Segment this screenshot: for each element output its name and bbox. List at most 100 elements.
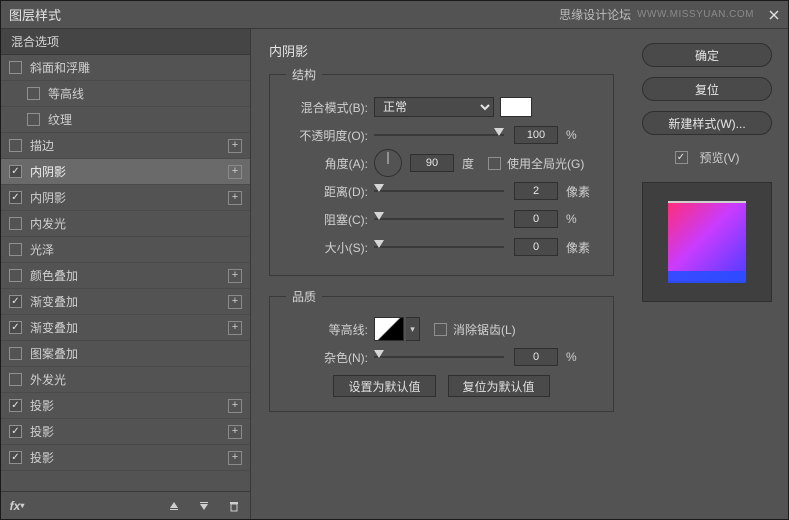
- add-effect-icon[interactable]: +: [228, 425, 242, 439]
- distance-unit: 像素: [566, 183, 590, 200]
- trash-icon[interactable]: [226, 498, 242, 514]
- new-style-button[interactable]: 新建样式(W)...: [642, 111, 772, 135]
- antialias-checkbox[interactable]: [434, 323, 447, 336]
- move-down-icon[interactable]: [196, 498, 212, 514]
- cancel-button[interactable]: 复位: [642, 77, 772, 101]
- global-light-checkbox[interactable]: [488, 157, 501, 170]
- style-item[interactable]: 图案叠加: [1, 341, 250, 367]
- style-item-label: 内阴影: [30, 163, 228, 180]
- style-item[interactable]: 外发光: [1, 367, 250, 393]
- window-title: 图层样式: [9, 5, 61, 24]
- style-checkbox[interactable]: [9, 165, 22, 178]
- blend-mode-select[interactable]: 正常: [374, 97, 494, 117]
- style-checkbox[interactable]: [9, 191, 22, 204]
- add-effect-icon[interactable]: +: [228, 165, 242, 179]
- style-checkbox[interactable]: [9, 321, 22, 334]
- choke-slider[interactable]: [374, 210, 504, 228]
- style-item-label: 内发光: [30, 215, 242, 232]
- style-item[interactable]: 光泽: [1, 237, 250, 263]
- style-item-label: 斜面和浮雕: [30, 59, 242, 76]
- brand-url: WWW.MISSYUAN.COM: [637, 9, 754, 20]
- choke-input[interactable]: [514, 210, 558, 228]
- style-item-label: 渐变叠加: [30, 319, 228, 336]
- fx-icon[interactable]: fx▾: [9, 498, 25, 514]
- structure-group: 结构 混合模式(B): 正常 不透明度(O): % 角度(A): 度: [269, 66, 614, 276]
- close-icon[interactable]: [768, 9, 780, 21]
- make-default-button[interactable]: 设置为默认值: [333, 375, 435, 397]
- style-item[interactable]: 投影+: [1, 419, 250, 445]
- style-item[interactable]: 斜面和浮雕: [1, 55, 250, 81]
- style-checkbox[interactable]: [27, 87, 40, 100]
- style-item-label: 内阴影: [30, 189, 228, 206]
- size-label: 大小(S):: [286, 239, 374, 256]
- contour-label: 等高线:: [286, 321, 374, 338]
- choke-label: 阻塞(C):: [286, 211, 374, 228]
- add-effect-icon[interactable]: +: [228, 451, 242, 465]
- quality-legend: 品质: [286, 288, 322, 305]
- style-item[interactable]: 内发光: [1, 211, 250, 237]
- opacity-input[interactable]: [514, 126, 558, 144]
- style-checkbox[interactable]: [9, 243, 22, 256]
- antialias-label: 消除锯齿(L): [453, 321, 516, 338]
- preview-checkbox[interactable]: [675, 151, 688, 164]
- move-up-icon[interactable]: [166, 498, 182, 514]
- style-checkbox[interactable]: [9, 217, 22, 230]
- titlebar: 图层样式 思缘设计论坛 WWW.MISSYUAN.COM: [1, 1, 788, 29]
- preview-label: 预览(V): [700, 149, 740, 166]
- reset-default-button[interactable]: 复位为默认值: [448, 375, 550, 397]
- style-item-label: 投影: [30, 397, 228, 414]
- opacity-slider[interactable]: [374, 126, 504, 144]
- style-checkbox[interactable]: [9, 425, 22, 438]
- add-effect-icon[interactable]: +: [228, 295, 242, 309]
- shadow-color-swatch[interactable]: [500, 97, 532, 117]
- styles-list: 斜面和浮雕等高线纹理描边+内阴影+内阴影+内发光光泽颜色叠加+渐变叠加+渐变叠加…: [1, 55, 250, 491]
- contour-dropdown-icon[interactable]: ▾: [406, 317, 420, 341]
- style-item-label: 纹理: [48, 111, 242, 128]
- add-effect-icon[interactable]: +: [228, 399, 242, 413]
- add-effect-icon[interactable]: +: [228, 269, 242, 283]
- settings-panel: 内阴影 结构 混合模式(B): 正常 不透明度(O): % 角度(A):: [251, 29, 632, 519]
- style-checkbox[interactable]: [9, 399, 22, 412]
- style-item[interactable]: 纹理: [1, 107, 250, 133]
- angle-input[interactable]: [410, 154, 454, 172]
- style-item-label: 等高线: [48, 85, 242, 102]
- add-effect-icon[interactable]: +: [228, 139, 242, 153]
- style-checkbox[interactable]: [9, 61, 22, 74]
- style-item[interactable]: 投影+: [1, 393, 250, 419]
- blending-options-header[interactable]: 混合选项: [1, 29, 250, 55]
- style-item-label: 渐变叠加: [30, 293, 228, 310]
- size-slider[interactable]: [374, 238, 504, 256]
- quality-group: 品质 等高线: ▾ 消除锯齿(L) 杂色(N): % 设置为默认值 复位为默认值: [269, 288, 614, 412]
- style-checkbox[interactable]: [9, 269, 22, 282]
- style-checkbox[interactable]: [9, 295, 22, 308]
- style-item[interactable]: 渐变叠加+: [1, 289, 250, 315]
- style-item[interactable]: 描边+: [1, 133, 250, 159]
- distance-slider[interactable]: [374, 182, 504, 200]
- contour-picker[interactable]: [374, 317, 404, 341]
- noise-slider[interactable]: [374, 348, 504, 366]
- style-item[interactable]: 内阴影+: [1, 185, 250, 211]
- style-checkbox[interactable]: [9, 347, 22, 360]
- blend-mode-label: 混合模式(B):: [286, 99, 374, 116]
- styles-footer: fx▾: [1, 491, 250, 519]
- ok-button[interactable]: 确定: [642, 43, 772, 67]
- opacity-label: 不透明度(O):: [286, 127, 374, 144]
- noise-input[interactable]: [514, 348, 558, 366]
- style-item[interactable]: 内阴影+: [1, 159, 250, 185]
- style-item[interactable]: 等高线: [1, 81, 250, 107]
- add-effect-icon[interactable]: +: [228, 321, 242, 335]
- style-item[interactable]: 投影+: [1, 445, 250, 471]
- size-input[interactable]: [514, 238, 558, 256]
- style-item[interactable]: 渐变叠加+: [1, 315, 250, 341]
- distance-input[interactable]: [514, 182, 558, 200]
- angle-unit: 度: [462, 155, 474, 172]
- style-checkbox[interactable]: [27, 113, 40, 126]
- angle-dial[interactable]: [374, 149, 402, 177]
- style-item-label: 描边: [30, 137, 228, 154]
- noise-unit: %: [566, 350, 577, 364]
- add-effect-icon[interactable]: +: [228, 191, 242, 205]
- style-checkbox[interactable]: [9, 451, 22, 464]
- style-checkbox[interactable]: [9, 373, 22, 386]
- style-checkbox[interactable]: [9, 139, 22, 152]
- style-item[interactable]: 颜色叠加+: [1, 263, 250, 289]
